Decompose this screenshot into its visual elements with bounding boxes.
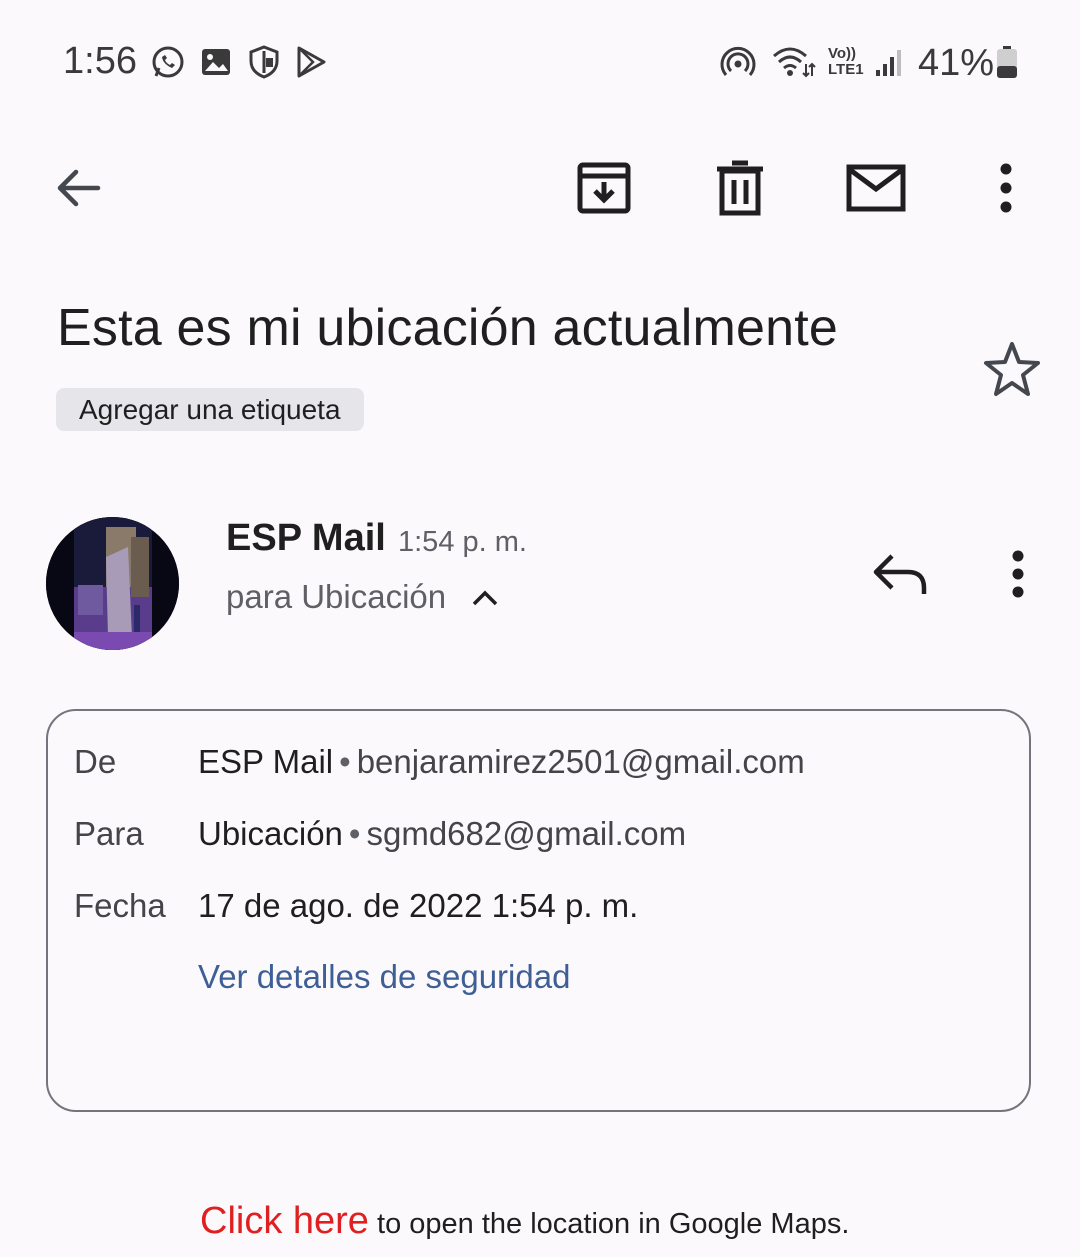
- message-more-button[interactable]: [982, 538, 1054, 610]
- volte-icon: Vo)) LTE1: [828, 46, 864, 78]
- star-icon: [984, 342, 1040, 396]
- whatsapp-icon: [150, 44, 186, 80]
- to-label: Para: [74, 815, 144, 852]
- shield-icon: [246, 44, 282, 80]
- gallery-icon: [198, 44, 234, 80]
- date-label: Fecha: [74, 887, 166, 924]
- archive-button[interactable]: [568, 152, 640, 224]
- from-label: De: [74, 743, 117, 780]
- star-button[interactable]: [980, 338, 1044, 402]
- body-text: to open the location in Google Maps.: [368, 1208, 850, 1240]
- back-button[interactable]: [42, 152, 114, 224]
- reply-icon: [873, 554, 927, 594]
- date-value: 17 de ago. de 2022 1:54 p. m.: [198, 887, 639, 924]
- wifi-icon: [772, 44, 816, 80]
- separator: •: [348, 815, 361, 852]
- security-details-link[interactable]: Ver detalles de seguridad: [198, 958, 570, 996]
- from-email[interactable]: benjaramirez2501@gmail.com: [357, 743, 805, 780]
- to-name: Ubicación: [198, 815, 343, 852]
- more-vert-icon: [1000, 163, 1012, 213]
- maps-link[interactable]: Click here: [200, 1200, 369, 1242]
- hotspot-icon: [720, 44, 756, 80]
- email-subject: Esta es mi ubicación actualmente: [57, 299, 839, 357]
- recipient-toggle[interactable]: para Ubicación: [226, 578, 502, 616]
- mark-unread-button[interactable]: [840, 152, 912, 224]
- mark-unread-icon: [846, 164, 906, 212]
- volte-top-label: Vo)): [828, 45, 857, 62]
- to-email[interactable]: sgmd682@gmail.com: [366, 815, 686, 852]
- reply-button[interactable]: [864, 538, 936, 610]
- play-store-icon: [293, 44, 329, 80]
- recipient-summary: para Ubicación: [226, 578, 447, 615]
- sender-avatar[interactable]: [46, 517, 179, 650]
- signal-icon: [874, 44, 906, 80]
- status-time: 1:56: [63, 40, 137, 82]
- message-body: Click here to open the location in Googl…: [200, 1200, 849, 1243]
- more-vert-icon: [1012, 550, 1024, 598]
- delete-button[interactable]: [704, 152, 776, 224]
- sent-time: 1:54 p. m.: [398, 526, 527, 558]
- volte-bottom-label: LTE1: [828, 61, 864, 78]
- archive-icon: [577, 162, 631, 214]
- battery-icon: [996, 46, 1018, 79]
- more-options-button[interactable]: [970, 152, 1042, 224]
- chevron-up-icon: [472, 590, 498, 606]
- add-label-chip[interactable]: Agregar una etiqueta: [56, 388, 364, 431]
- to-value: Ubicación • sgmd682@gmail.com: [198, 815, 686, 853]
- from-name: ESP Mail: [198, 743, 334, 780]
- battery-percent: 41%: [918, 42, 995, 84]
- delete-icon: [717, 160, 763, 216]
- sender-name: ESP Mail: [226, 517, 386, 559]
- separator: •: [339, 743, 351, 780]
- from-value: ESP Mail • benjaramirez2501@gmail.com: [198, 743, 805, 781]
- back-arrow-icon: [57, 169, 101, 207]
